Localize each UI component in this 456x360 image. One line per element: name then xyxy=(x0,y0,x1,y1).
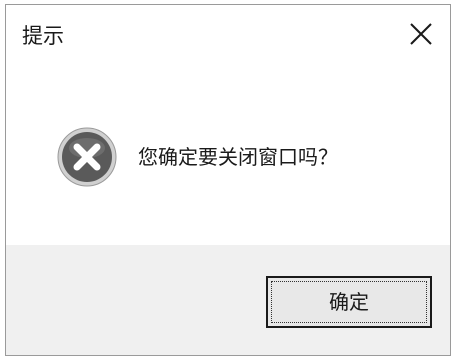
dialog-message: 您确定要关闭窗口吗？ xyxy=(138,145,338,169)
dialog-titlebar[interactable]: 提示 xyxy=(6,5,450,67)
dialog-footer: 确定 xyxy=(6,245,450,355)
focus-ring: 确定 xyxy=(271,281,427,323)
ok-button-label: 确定 xyxy=(329,290,369,314)
dialog-title: 提示 xyxy=(22,24,64,48)
ok-button[interactable]: 确定 xyxy=(266,276,432,328)
close-button[interactable] xyxy=(402,17,440,51)
close-icon xyxy=(410,23,432,45)
message-dialog: 提示 您确定要关闭窗口吗？ 确定 xyxy=(5,4,451,356)
error-icon xyxy=(57,127,117,187)
dialog-content: 您确定要关闭窗口吗？ xyxy=(6,67,450,245)
